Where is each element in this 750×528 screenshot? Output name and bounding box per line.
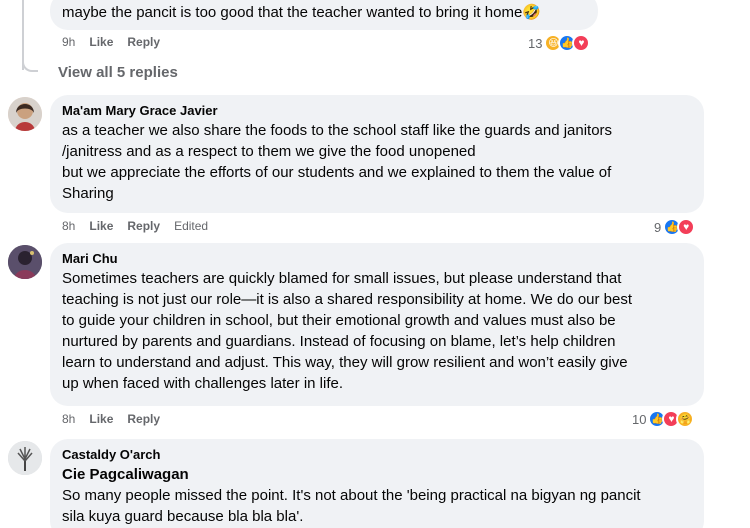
comment-bubble: Ma'am Mary Grace Javier as a teacher we …	[50, 95, 704, 213]
love-reaction-icon: ♥	[572, 34, 591, 52]
reaction-count: 9	[654, 219, 662, 235]
comment-actions: 8h Like Reply Edited	[62, 219, 208, 233]
comment-text: as a teacher we also share the foods to …	[62, 122, 613, 202]
like-button[interactable]: Like	[89, 35, 113, 49]
edited-label: Edited	[174, 219, 209, 233]
like-button[interactable]: Like	[89, 219, 113, 233]
comment-time[interactable]: 8h	[62, 219, 75, 233]
reply-button[interactable]: Reply	[127, 412, 160, 426]
comment-text: Sometimes teachers are quickly blamed fo…	[62, 270, 633, 392]
care-reaction-icon: 🤗	[676, 410, 695, 428]
love-reaction-icon: ♥	[677, 218, 696, 236]
comment-time[interactable]: 9h	[62, 35, 75, 49]
reaction-summary[interactable]: 10 👍 ♥ 🤗	[632, 410, 695, 428]
comment-author[interactable]: Mari Chu	[62, 250, 692, 268]
reaction-count: 13	[528, 35, 543, 51]
comment-time[interactable]: 8h	[62, 412, 75, 426]
reaction-summary[interactable]: 13 😆 👍 ♥	[528, 34, 591, 52]
comment-bubble: Mari Chu Sometimes teachers are quickly …	[50, 243, 704, 406]
avatar[interactable]	[8, 245, 42, 279]
comment-text: maybe the pancit is too good that the te…	[62, 4, 541, 21]
comment-text: So many people missed the point. It's no…	[62, 487, 641, 525]
comment-bubble: Castaldy O'arch Cie Pagcaliwagan So many…	[50, 439, 704, 528]
reaction-summary[interactable]: 9 👍 ♥	[654, 218, 696, 236]
view-replies-link[interactable]: View all 5 replies	[58, 64, 178, 81]
avatar[interactable]	[8, 97, 42, 131]
reply-button[interactable]: Reply	[127, 219, 160, 233]
comment-bubble: maybe the pancit is too good that the te…	[50, 0, 598, 30]
comment-actions: 9h Like Reply	[62, 35, 160, 49]
comment-author[interactable]: Ma'am Mary Grace Javier	[62, 102, 692, 120]
avatar[interactable]	[8, 441, 42, 475]
mentioned-user[interactable]: Cie Pagcaliwagan	[62, 464, 692, 485]
comment-actions: 8h Like Reply	[62, 412, 160, 426]
reply-button[interactable]: Reply	[127, 35, 160, 49]
comment-author[interactable]: Castaldy O'arch	[62, 446, 692, 464]
reaction-count: 10	[632, 411, 647, 427]
thread-line-curve	[22, 60, 38, 72]
like-button[interactable]: Like	[89, 412, 113, 426]
